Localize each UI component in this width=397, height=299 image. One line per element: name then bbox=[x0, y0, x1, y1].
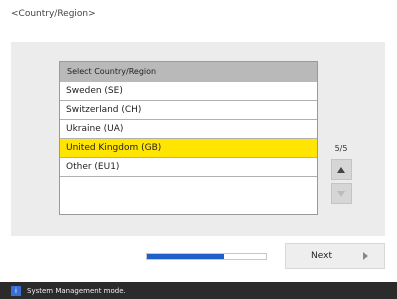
list-item-switzerland[interactable]: Switzerland (CH) bbox=[60, 101, 317, 120]
country-list: Select Country/Region Sweden (SE) Switze… bbox=[59, 61, 318, 215]
status-text: System Management mode. bbox=[27, 286, 126, 295]
scroll-up-button[interactable] bbox=[330, 159, 352, 180]
list-item-sweden[interactable]: Sweden (SE) bbox=[60, 82, 317, 101]
info-icon: i bbox=[11, 285, 21, 296]
page-count: 5/5 bbox=[334, 144, 348, 153]
pager: 5/5 bbox=[326, 144, 356, 207]
list-item-united-kingdom[interactable]: United Kingdom (GB) bbox=[60, 139, 317, 158]
scroll-down-button[interactable] bbox=[330, 183, 352, 204]
list-item-ukraine[interactable]: Ukraine (UA) bbox=[60, 120, 317, 139]
arrow-right-icon bbox=[362, 252, 368, 260]
next-label: Next bbox=[311, 251, 332, 261]
list-item-other[interactable]: Other (EU1) bbox=[60, 158, 317, 177]
progress-fill bbox=[147, 254, 225, 259]
list-item-empty bbox=[60, 177, 317, 196]
list-header: Select Country/Region bbox=[60, 62, 317, 82]
triangle-up-icon bbox=[337, 166, 345, 173]
triangle-down-icon bbox=[337, 190, 345, 197]
status-bar: i System Management mode. bbox=[0, 282, 397, 299]
next-button[interactable]: Next bbox=[285, 243, 385, 269]
page-title: <Country/Region> bbox=[11, 9, 96, 19]
progress-bar bbox=[146, 253, 267, 260]
